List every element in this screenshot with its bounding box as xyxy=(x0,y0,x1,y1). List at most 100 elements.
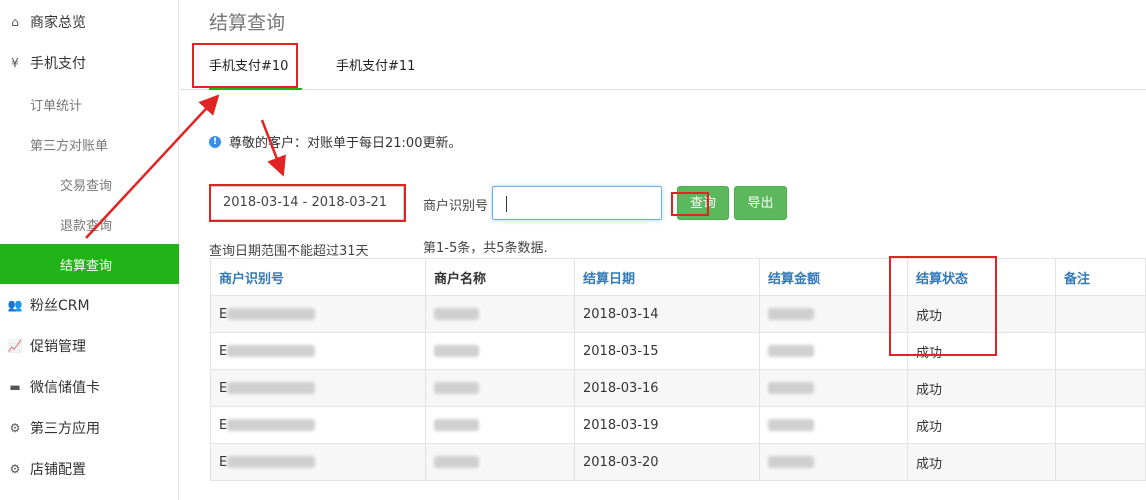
merchant-id-cell: E xyxy=(210,406,426,444)
apps-icon: ⚙ xyxy=(9,421,21,435)
table-header-row: 商户识别号 商户名称 结算日期 结算金额 结算状态 备注 xyxy=(210,258,1146,296)
date-range-hint: 查询日期范围不能超过31天 xyxy=(209,244,369,259)
sidebar-item-label: 结算查询 xyxy=(60,258,113,274)
redacted-text xyxy=(768,308,814,320)
merchant-name-cell xyxy=(425,369,575,407)
redacted-text xyxy=(227,419,316,431)
settlement-amount-cell xyxy=(759,295,908,333)
sidebar-item-order-stats[interactable]: 订单统计 xyxy=(0,84,179,124)
merchant-id-cell: E xyxy=(210,295,426,333)
redacted-text xyxy=(768,419,814,431)
merchant-id-cell: E xyxy=(210,443,426,481)
chart-icon: 📈 xyxy=(7,339,23,353)
remark-cell xyxy=(1055,443,1146,481)
settlement-date-cell: 2018-03-15 xyxy=(574,332,760,370)
settlement-date-cell: 2018-03-14 xyxy=(574,295,760,333)
remark-cell xyxy=(1055,369,1146,407)
yuan-icon: ¥ xyxy=(11,56,19,70)
sidebar-item-label: 第三方应用 xyxy=(30,421,100,437)
home-icon: ⌂ xyxy=(11,15,19,29)
redacted-text xyxy=(768,456,814,468)
redacted-text xyxy=(434,419,479,431)
tab-label: 手机支付#11 xyxy=(336,59,416,74)
table-row: E 2018-03-20 成功 xyxy=(210,443,1146,481)
redacted-text xyxy=(768,382,814,394)
column-header-remark[interactable]: 备注 xyxy=(1055,258,1146,296)
export-button[interactable]: 导出 xyxy=(734,186,787,220)
remark-cell xyxy=(1055,295,1146,333)
settlement-status-cell: 成功 xyxy=(907,406,1056,444)
sidebar-item-stored-value-card[interactable]: ▬ 微信储值卡 xyxy=(0,367,179,407)
redacted-text xyxy=(227,456,316,468)
redacted-text xyxy=(768,345,814,357)
tab-bar: 手机支付#10 手机支付#11 xyxy=(180,44,1146,90)
merchant-id-input[interactable] xyxy=(492,186,662,220)
sidebar-item-refund-query[interactable]: 退款查询 xyxy=(0,204,179,244)
page-title: 结算查询 xyxy=(209,12,286,34)
notice-text: 尊敬的客户：对账单于每日21:00更新。 xyxy=(229,136,462,151)
table-row: E 2018-03-16 成功 xyxy=(210,369,1146,407)
merchant-name-cell xyxy=(425,332,575,370)
sidebar-item-settlement-query[interactable]: 结算查询 xyxy=(0,244,179,284)
sidebar-item-label: 粉丝CRM xyxy=(30,298,90,314)
record-count: 第1-5条，共5条数据. xyxy=(423,241,548,256)
column-header-merchant-id[interactable]: 商户识别号 xyxy=(210,258,426,296)
redacted-text xyxy=(434,382,479,394)
redacted-text xyxy=(227,345,316,357)
sidebar-item-label: 店铺配置 xyxy=(30,462,86,478)
sidebar-item-label: 订单统计 xyxy=(30,98,83,114)
sidebar-item-label: 交易查询 xyxy=(60,178,113,194)
annotation-box-tab xyxy=(192,43,298,88)
users-icon: 👥 xyxy=(7,298,23,312)
sidebar-item-third-party-apps[interactable]: ⚙ 第三方应用 xyxy=(0,408,179,448)
settlement-status-cell: 成功 xyxy=(907,443,1056,481)
sidebar-item-transaction-query[interactable]: 交易查询 xyxy=(0,164,179,204)
annotation-box-date-range xyxy=(209,184,406,222)
merchant-name-cell xyxy=(425,443,575,481)
sidebar-item-crm[interactable]: 👥 粉丝CRM xyxy=(0,285,179,325)
sidebar-item-mobile-pay[interactable]: ¥ 手机支付 xyxy=(0,43,179,83)
card-icon: ▬ xyxy=(9,380,21,394)
merchant-id-cell: E xyxy=(210,369,426,407)
sidebar-item-promotion[interactable]: 📈 促销管理 xyxy=(0,326,179,366)
settlement-amount-cell xyxy=(759,406,908,444)
redacted-text xyxy=(434,308,479,320)
table-row: E 2018-03-14 成功 xyxy=(210,295,1146,333)
annotation-box-status xyxy=(889,256,997,356)
merchant-name-cell xyxy=(425,406,575,444)
sidebar-item-label: 商家总览 xyxy=(30,15,86,31)
tab-mobile-pay-11[interactable]: 手机支付#11 xyxy=(336,44,415,90)
merchant-name-cell xyxy=(425,295,575,333)
sidebar-item-store-settings[interactable]: ⚙ 店铺配置 xyxy=(0,449,179,489)
settlement-status-cell: 成功 xyxy=(907,369,1056,407)
sidebar-item-label: 第三方对账单 xyxy=(30,138,109,154)
redacted-text xyxy=(434,345,479,357)
settlement-date-cell: 2018-03-19 xyxy=(574,406,760,444)
sidebar: ⌂ 商家总览 ¥ 手机支付 订单统计 第三方对账单 交易查询 退款查询 结算查询… xyxy=(0,0,179,500)
redacted-text xyxy=(227,308,316,320)
sidebar-item-label: 促销管理 xyxy=(30,339,86,355)
column-header-merchant-name: 商户名称 xyxy=(425,258,575,296)
settlement-amount-cell xyxy=(759,443,908,481)
settlement-amount-cell xyxy=(759,332,908,370)
sidebar-item-label: 微信储值卡 xyxy=(30,380,100,396)
table-row: E 2018-03-15 成功 xyxy=(210,332,1146,370)
settlement-date-cell: 2018-03-20 xyxy=(574,443,760,481)
sidebar-item-overview[interactable]: ⌂ 商家总览 xyxy=(0,2,179,42)
remark-cell xyxy=(1055,406,1146,444)
settlement-table: 商户识别号 商户名称 结算日期 结算金额 结算状态 备注 E 2018-03-1… xyxy=(210,258,1146,481)
settlement-date-cell: 2018-03-16 xyxy=(574,369,760,407)
column-header-settlement-amount[interactable]: 结算金额 xyxy=(759,258,908,296)
text-caret xyxy=(506,196,507,212)
settlement-amount-cell xyxy=(759,369,908,407)
remark-cell xyxy=(1055,332,1146,370)
column-header-settlement-date[interactable]: 结算日期 xyxy=(574,258,760,296)
redacted-text xyxy=(434,456,479,468)
settings-icon: ⚙ xyxy=(9,462,21,476)
info-icon: ! xyxy=(209,135,221,148)
sidebar-item-third-party-bill[interactable]: 第三方对账单 xyxy=(0,124,179,164)
merchant-id-label: 商户识别号 xyxy=(423,199,489,214)
notice: ! 尊敬的客户：对账单于每日21:00更新。 xyxy=(209,132,461,151)
sidebar-item-label: 退款查询 xyxy=(60,218,113,234)
merchant-id-cell: E xyxy=(210,332,426,370)
